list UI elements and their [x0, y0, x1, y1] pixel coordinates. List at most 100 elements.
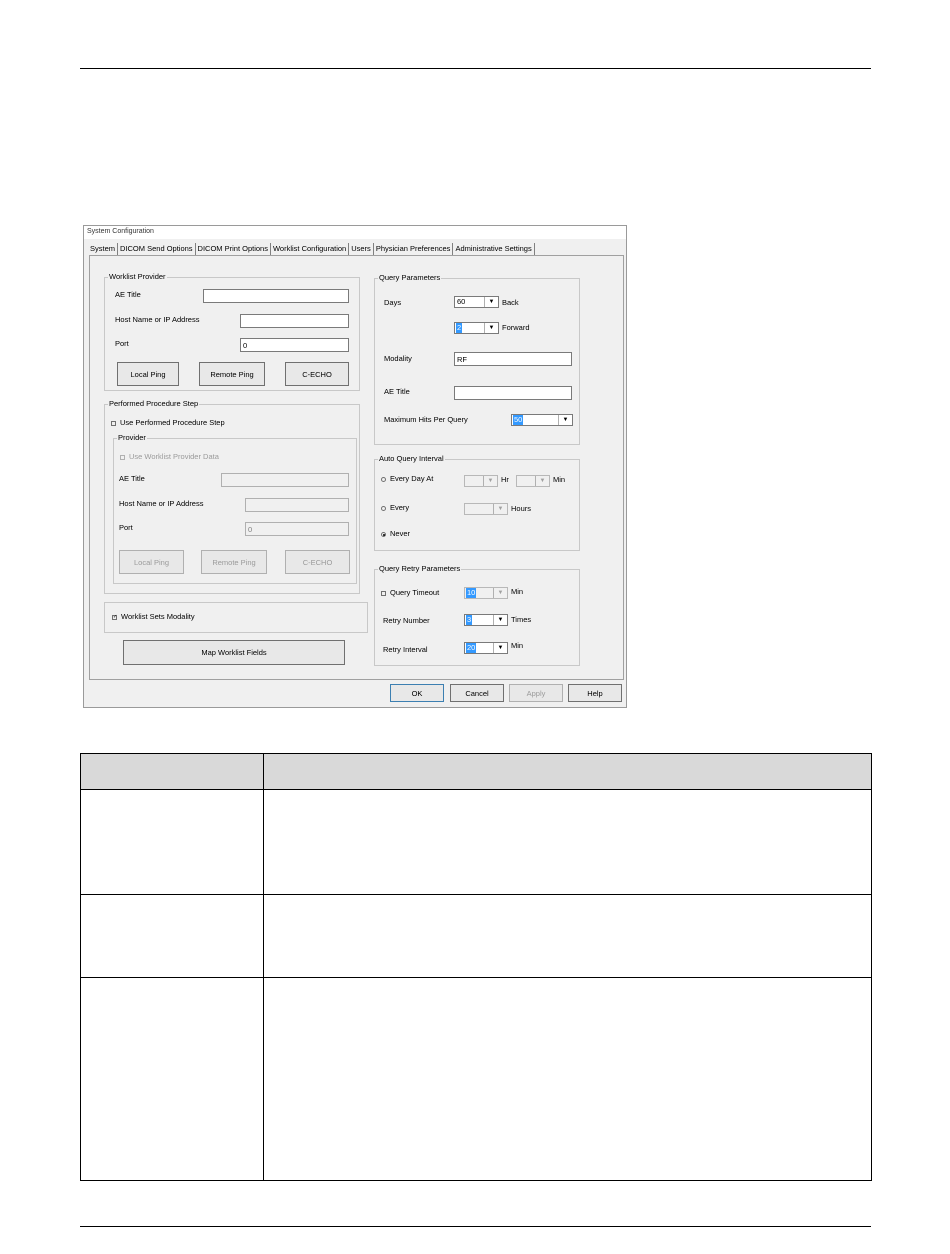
port-label: Port	[115, 339, 129, 348]
worklist-configuration-panel: Worklist Provider AE Title Host Name or …	[89, 255, 624, 680]
days-back-value: 60	[457, 297, 466, 306]
never-label: Never	[390, 529, 411, 538]
use-worklist-provider-data-label: Use Worklist Provider Data	[129, 452, 219, 461]
ae-title-label: AE Title	[115, 290, 141, 299]
pps-host-field[interactable]	[245, 498, 349, 512]
chevron-down-icon: ▼	[493, 643, 507, 653]
every-radio[interactable]: Every	[381, 503, 409, 512]
table-header-row	[80, 753, 872, 790]
worklist-sets-modality-label: Worklist Sets Modality	[121, 612, 195, 621]
modality-field[interactable]: RF	[454, 352, 572, 366]
worklist-provider-group: Worklist Provider AE Title Host Name or …	[104, 272, 360, 391]
max-hits-label: Maximum Hits Per Query	[384, 415, 468, 424]
query-ae-title-label: AE Title	[384, 387, 410, 396]
cancel-button[interactable]: Cancel	[450, 684, 504, 702]
checkbox-icon	[381, 590, 386, 596]
map-worklist-fields-button[interactable]: Map Worklist Fields	[123, 640, 345, 665]
radio-icon	[381, 505, 386, 511]
back-label: Back	[502, 298, 519, 307]
max-hits-dropdown[interactable]: 50 ▼	[511, 414, 573, 426]
every-label: Every	[390, 503, 410, 512]
use-worklist-provider-data-checkbox[interactable]: Use Worklist Provider Data	[120, 452, 219, 461]
pps-ae-title-label: AE Title	[119, 474, 145, 483]
modality-label: Modality	[384, 354, 412, 363]
use-pps-checkbox[interactable]: Use Performed Procedure Step	[111, 418, 225, 427]
days-label: Days	[384, 298, 402, 307]
performed-procedure-step-group: Performed Procedure Step Use Performed P…	[104, 399, 360, 594]
never-radio[interactable]: Never	[381, 529, 410, 538]
min-label: Min	[553, 475, 566, 484]
host-field[interactable]	[240, 314, 349, 328]
system-configuration-dialog: System Configuration System DICOM Send O…	[83, 225, 627, 708]
provider-group: Provider Use Worklist Provider Data AE T…	[113, 433, 357, 584]
hours-label: Hours	[511, 504, 532, 513]
pps-label: Performed Procedure Step	[108, 399, 200, 408]
checkbox-checked-icon: ✓	[112, 613, 118, 620]
table-row	[80, 894, 872, 978]
pps-remote-ping-button[interactable]: Remote Ping	[201, 550, 267, 574]
c-echo-button[interactable]: C-ECHO	[285, 362, 349, 386]
local-ping-button[interactable]: Local Ping	[117, 362, 179, 386]
worklist-sets-modality-checkbox[interactable]: ✓ Worklist Sets Modality	[112, 612, 195, 621]
days-back-dropdown[interactable]: 60 ▼	[454, 296, 499, 308]
query-parameters-label: Query Parameters	[378, 273, 442, 282]
remote-ping-button[interactable]: Remote Ping	[199, 362, 265, 386]
table-cell	[263, 894, 872, 978]
every-day-at-radio[interactable]: Every Day At	[381, 474, 433, 483]
ok-button[interactable]: OK	[390, 684, 444, 702]
host-label: Host Name or IP Address	[115, 315, 200, 324]
table-cell	[263, 789, 872, 895]
query-timeout-checkbox[interactable]: Query Timeout	[381, 588, 439, 597]
query-timeout-label: Query Timeout	[390, 588, 440, 597]
retry-interval-dropdown[interactable]: 20 ▼	[464, 642, 508, 654]
every-day-at-label: Every Day At	[390, 474, 434, 483]
retry-number-value: 3	[466, 615, 473, 625]
query-ae-title-field[interactable]	[454, 386, 572, 400]
chevron-down-icon: ▼	[493, 588, 507, 598]
chevron-down-icon: ▼	[484, 323, 498, 333]
pps-host-label: Host Name or IP Address	[119, 499, 204, 508]
worklist-sets-modality-group: ✓ Worklist Sets Modality	[104, 602, 368, 633]
table-cell	[80, 894, 264, 978]
pps-port-field[interactable]: 0	[245, 522, 349, 536]
table-row	[80, 977, 872, 1181]
apply-button[interactable]: Apply	[509, 684, 563, 702]
auto-query-interval-label: Auto Query Interval	[378, 454, 445, 463]
pps-c-echo-button[interactable]: C-ECHO	[285, 550, 350, 574]
query-timeout-dropdown[interactable]: 10 ▼	[464, 587, 508, 599]
pps-ae-title-field[interactable]	[221, 473, 349, 487]
table-cell	[80, 789, 264, 895]
query-retry-parameters-group: Query Retry Parameters Query Timeout 10 …	[374, 564, 580, 666]
min-dropdown[interactable]: ▼	[516, 475, 550, 487]
forward-label: Forward	[502, 323, 530, 332]
chevron-down-icon: ▼	[483, 476, 497, 486]
query-parameters-group: Query Parameters Days 60 ▼ Back 2 ▼ Forw…	[374, 273, 580, 445]
port-field[interactable]: 0	[240, 338, 349, 352]
retry-interval-unit: Min	[511, 641, 524, 650]
table-cell	[263, 977, 872, 1181]
worklist-provider-label: Worklist Provider	[108, 272, 167, 281]
retry-number-dropdown[interactable]: 3 ▼	[464, 614, 508, 626]
chevron-down-icon: ▼	[535, 476, 549, 486]
hours-dropdown[interactable]: ▼	[464, 503, 508, 515]
chevron-down-icon: ▼	[493, 504, 507, 514]
query-timeout-unit: Min	[511, 587, 524, 596]
days-forward-value: 2	[456, 323, 463, 333]
table-header-cell	[80, 753, 264, 790]
hr-dropdown[interactable]: ▼	[464, 475, 498, 487]
chevron-down-icon: ▼	[558, 415, 572, 425]
table-header-cell	[263, 753, 872, 790]
ae-title-field[interactable]	[203, 289, 349, 303]
retry-number-unit: Times	[511, 615, 532, 624]
description-table	[80, 753, 872, 1181]
pps-local-ping-button[interactable]: Local Ping	[119, 550, 184, 574]
chevron-down-icon: ▼	[484, 297, 498, 307]
header-rule	[80, 68, 871, 69]
retry-number-label: Retry Number	[383, 616, 430, 625]
pps-port-label: Port	[119, 523, 133, 532]
max-hits-value: 50	[513, 415, 524, 425]
radio-selected-icon	[381, 531, 386, 537]
days-forward-dropdown[interactable]: 2 ▼	[454, 322, 499, 334]
query-timeout-value: 10	[466, 588, 477, 598]
help-button[interactable]: Help	[568, 684, 622, 702]
